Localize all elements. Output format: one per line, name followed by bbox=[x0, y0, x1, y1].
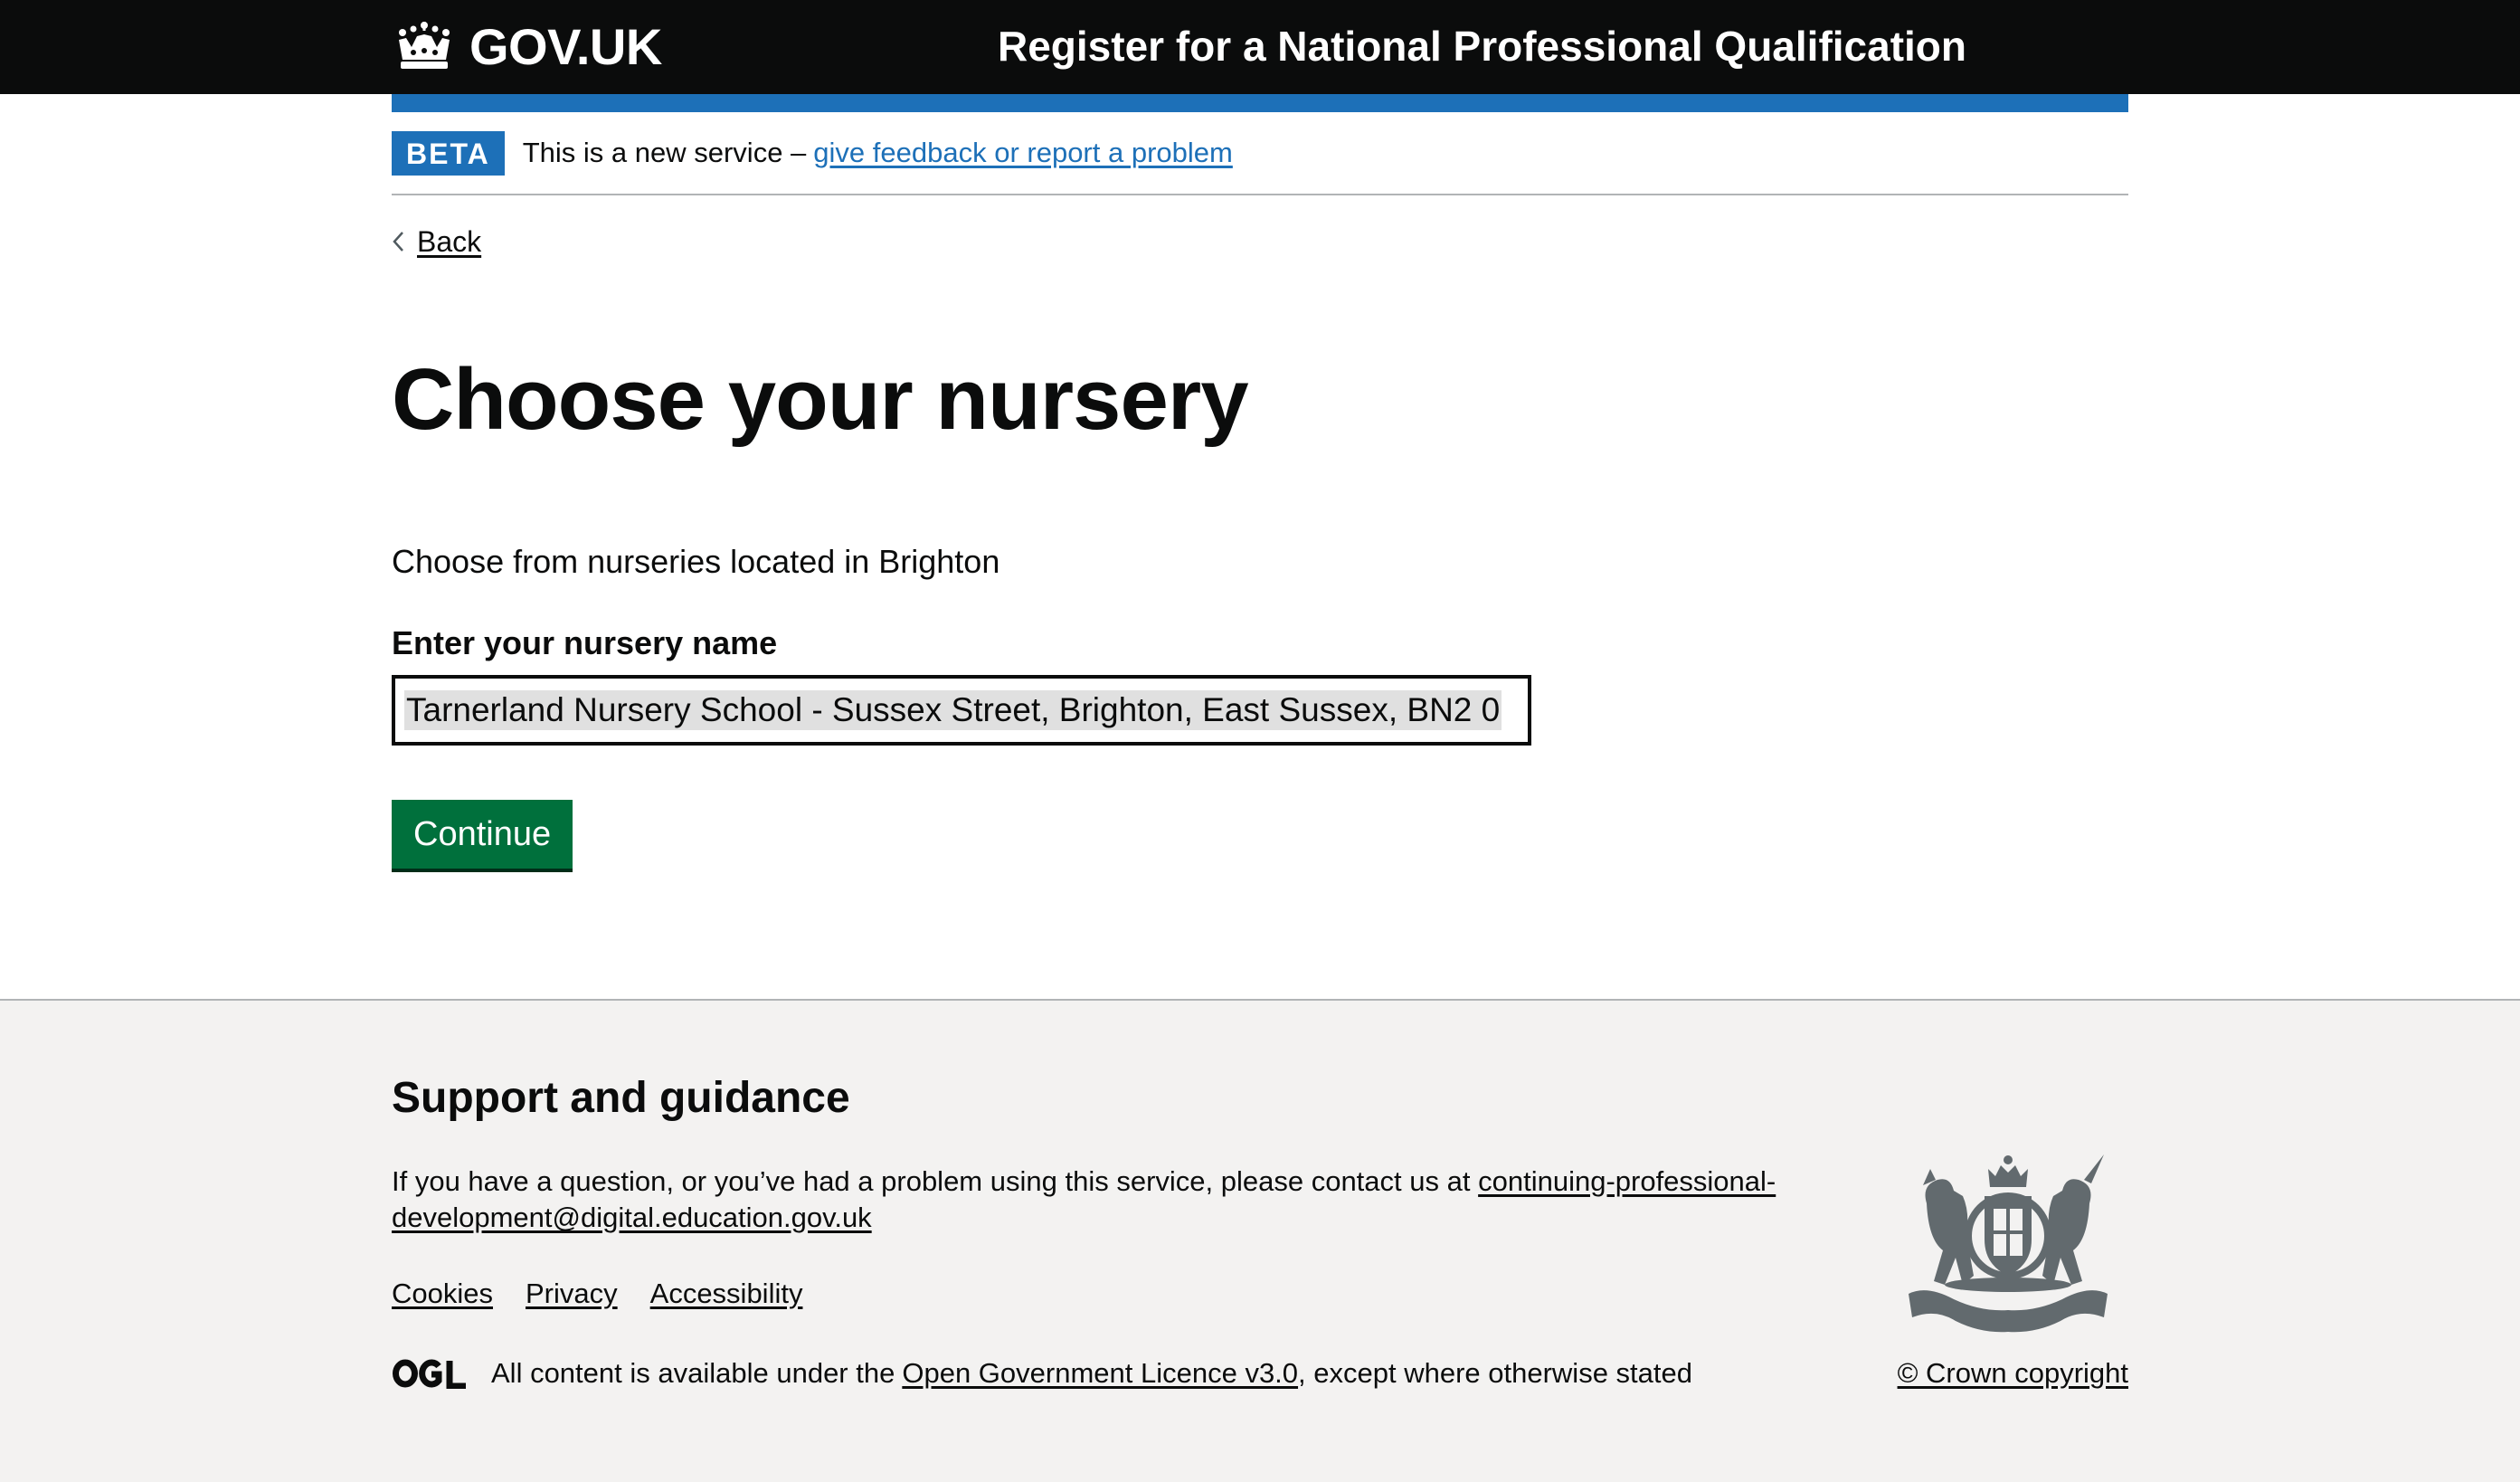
phase-banner: BETA This is a new service – give feedba… bbox=[392, 112, 2128, 195]
footer-link-privacy[interactable]: Privacy bbox=[526, 1274, 618, 1314]
footer-licence: All content is available under the Open … bbox=[392, 1354, 1692, 1393]
site-footer: Support and guidance If you have a quest… bbox=[0, 999, 2520, 1482]
page-title: Choose your nursery bbox=[392, 351, 1249, 448]
continue-button[interactable]: Continue bbox=[392, 800, 573, 869]
nursery-hint: Choose from nurseries located in Brighto… bbox=[392, 543, 1000, 580]
back-link[interactable]: Back bbox=[392, 219, 481, 264]
royal-coat-of-arms-icon bbox=[1909, 1154, 2108, 1333]
crown-copyright-link[interactable]: © Crown copyright bbox=[1890, 1354, 2128, 1393]
header-accent-bar bbox=[392, 94, 2128, 112]
govuk-logo-text: GOV.UK bbox=[469, 17, 662, 75]
nursery-name-input-value: Tarnerland Nursery School - Sussex Stree… bbox=[404, 690, 1502, 730]
licence-suffix: , except where otherwise stated bbox=[1298, 1357, 1692, 1389]
nursery-name-label: Enter your nursery name bbox=[392, 624, 778, 661]
site-header: GOV.UK Register for a National Professio… bbox=[0, 0, 2520, 94]
footer-support-text: If you have a question, or you’ve had a … bbox=[392, 1164, 1785, 1236]
govuk-logo-link[interactable]: GOV.UK bbox=[392, 16, 662, 76]
chevron-left-icon bbox=[393, 232, 403, 252]
support-text: If you have a question, or you’ve had a … bbox=[392, 1165, 1471, 1197]
back-link-label: Back bbox=[417, 224, 482, 258]
footer-links: Cookies Privacy Accessibility bbox=[392, 1274, 802, 1314]
licence-prefix: All content is available under the bbox=[491, 1357, 895, 1389]
phase-banner-text: This is a new service – bbox=[522, 137, 807, 168]
licence-link[interactable]: Open Government Licence v3.0 bbox=[902, 1354, 1298, 1393]
feedback-link[interactable]: give feedback or report a problem bbox=[813, 137, 1233, 169]
ogl-icon bbox=[393, 1359, 466, 1389]
nursery-name-input[interactable]: Tarnerland Nursery School - Sussex Stree… bbox=[392, 675, 1531, 746]
crown-icon bbox=[399, 22, 450, 69]
beta-tag: BETA bbox=[392, 130, 505, 176]
footer-heading: Support and guidance bbox=[392, 1074, 850, 1122]
footer-link-cookies[interactable]: Cookies bbox=[392, 1274, 493, 1314]
page: GOV.UK Register for a National Professio… bbox=[0, 0, 2520, 1482]
service-name-link[interactable]: Register for a National Professional Qua… bbox=[998, 16, 1966, 76]
footer-link-accessibility[interactable]: Accessibility bbox=[650, 1274, 803, 1314]
